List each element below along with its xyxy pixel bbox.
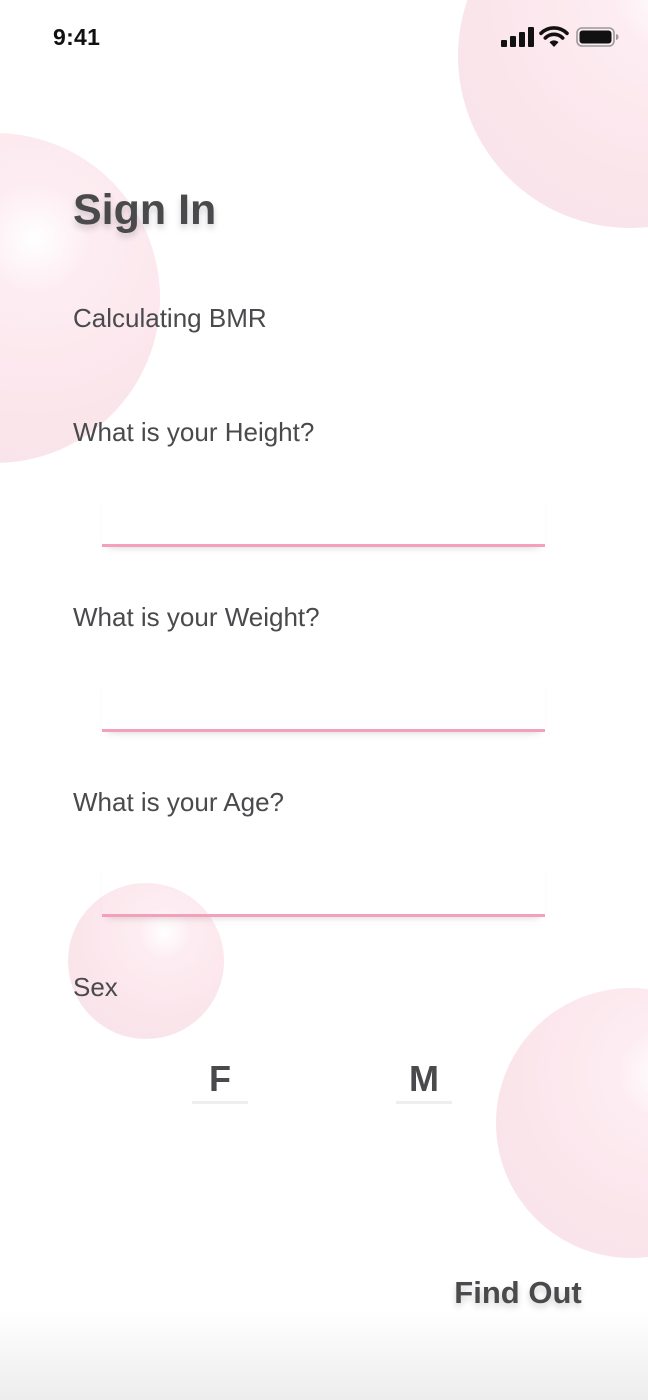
status-time: 9:41 [53,24,101,50]
weight-label: What is your Weight? [73,602,320,632]
decorative-bubble [0,133,160,463]
wifi-icon [539,26,569,47]
sex-label: Sex [73,972,118,1002]
page-title: Sign In [73,186,217,234]
status-icons [500,23,622,51]
sex-option-male[interactable]: M [396,1057,452,1104]
decorative-bubble [496,988,648,1258]
page-subtitle: Calculating BMR [73,303,267,333]
battery-icon [576,27,619,47]
age-label: What is your Age? [73,787,284,817]
height-input[interactable] [102,487,545,547]
bottom-shadow [0,1310,648,1400]
sex-option-female[interactable]: F [192,1057,248,1104]
cellular-signal-icon [501,27,535,47]
status-bar: 9:41 [0,0,648,76]
find-out-button[interactable]: Find Out [443,1270,593,1316]
height-label: What is your Height? [73,417,315,447]
weight-input[interactable] [102,672,545,732]
bmr-screen: 9:41 Sign In Calculating BMR What is you… [0,0,648,1400]
age-input[interactable] [102,857,545,917]
